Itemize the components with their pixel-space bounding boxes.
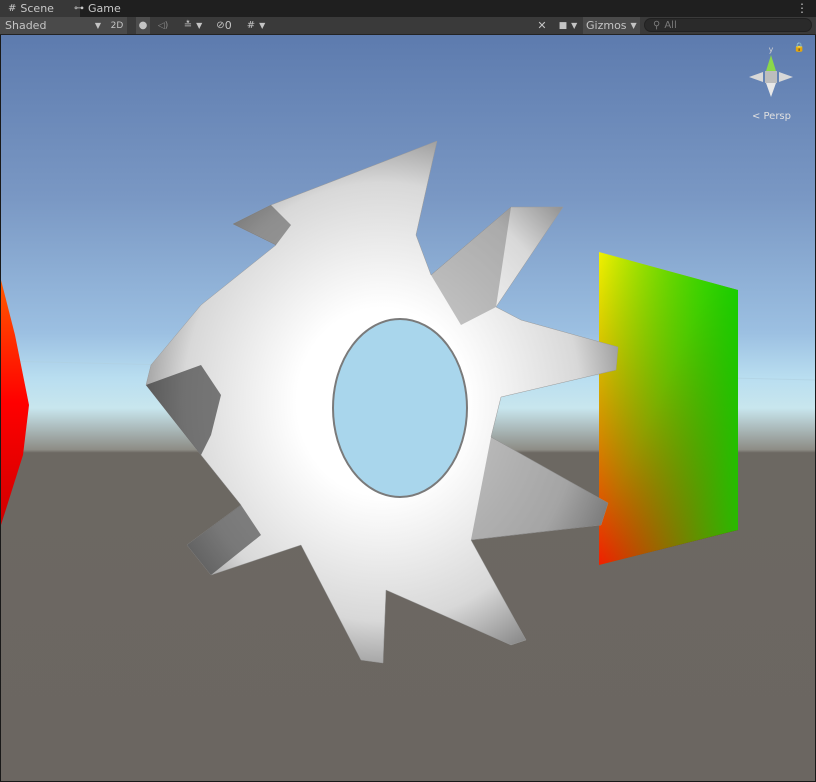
tab-game[interactable]: ⊶ Game — [66, 0, 142, 17]
tab-label: Game — [88, 2, 121, 15]
tab-bar: # Scene ⊶ Game ⋮ — [0, 0, 816, 17]
gizmos-dropdown[interactable]: Gizmos ▼ — [583, 17, 640, 34]
tools-button[interactable]: ✕ — [534, 17, 550, 34]
eye-off-icon: ⊘ — [216, 20, 225, 31]
scene-toolbar: Shaded ▼ 2D ● ◁) ≛ ▼ ⊘ 0 # ▼ ✕ ■ ▼ Gizmo… — [0, 17, 816, 35]
search-input[interactable]: ⚲ All — [644, 18, 812, 32]
effects-icon: ≛ — [183, 20, 193, 31]
grid-snap-icon: # — [246, 20, 256, 31]
gradient-quad — [599, 252, 738, 565]
more-options-icon[interactable]: ⋮ — [796, 1, 808, 15]
chevron-down-icon: ▼ — [196, 21, 203, 30]
lock-icon[interactable]: 🔒 — [794, 43, 805, 53]
chevron-down-icon: ▼ — [259, 21, 266, 30]
chevron-down-icon: ▼ — [630, 21, 637, 30]
scene-visibility-toggle[interactable]: ⊘ 0 — [212, 17, 236, 34]
red-object — [1, 280, 29, 525]
grid-snap-dropdown[interactable]: # ▼ — [240, 17, 272, 34]
gizmo-axis-label: y — [769, 45, 774, 54]
search-icon: ⚲ — [653, 19, 661, 31]
camera-icon: ■ — [558, 20, 568, 31]
grid-icon: # — [8, 3, 17, 14]
search-placeholder: All — [664, 19, 677, 31]
lightbulb-icon: ● — [138, 20, 148, 31]
camera-dropdown[interactable]: ■ ▼ — [555, 17, 581, 34]
effects-dropdown[interactable]: ≛ ▼ — [176, 17, 210, 34]
projection-label[interactable]: < Persp — [752, 111, 791, 122]
toggle-2d-button[interactable]: 2D — [107, 17, 127, 34]
audio-toggle[interactable]: ◁) — [155, 17, 171, 34]
draw-mode-dropdown[interactable]: Shaded ▼ — [0, 17, 107, 34]
scene-viewport[interactable]: y 🔒 < Persp — [1, 35, 815, 781]
draw-mode-label: Shaded — [5, 19, 47, 32]
toggle-2d-label: 2D — [110, 20, 124, 31]
gear-mesh — [145, 140, 619, 664]
speaker-icon: ◁) — [157, 20, 169, 31]
gamepad-icon: ⊶ — [74, 3, 84, 14]
orientation-gizmo[interactable]: y — [741, 43, 801, 103]
lighting-toggle[interactable]: ● — [136, 17, 150, 34]
scene-render — [1, 140, 815, 664]
tools-icon: ✕ — [537, 19, 547, 32]
tab-label: Scene — [20, 2, 54, 15]
hidden-count: 0 — [224, 19, 232, 32]
gizmos-label: Gizmos — [586, 19, 627, 32]
chevron-down-icon: ▼ — [571, 21, 578, 30]
chevron-down-icon: ▼ — [94, 21, 101, 30]
